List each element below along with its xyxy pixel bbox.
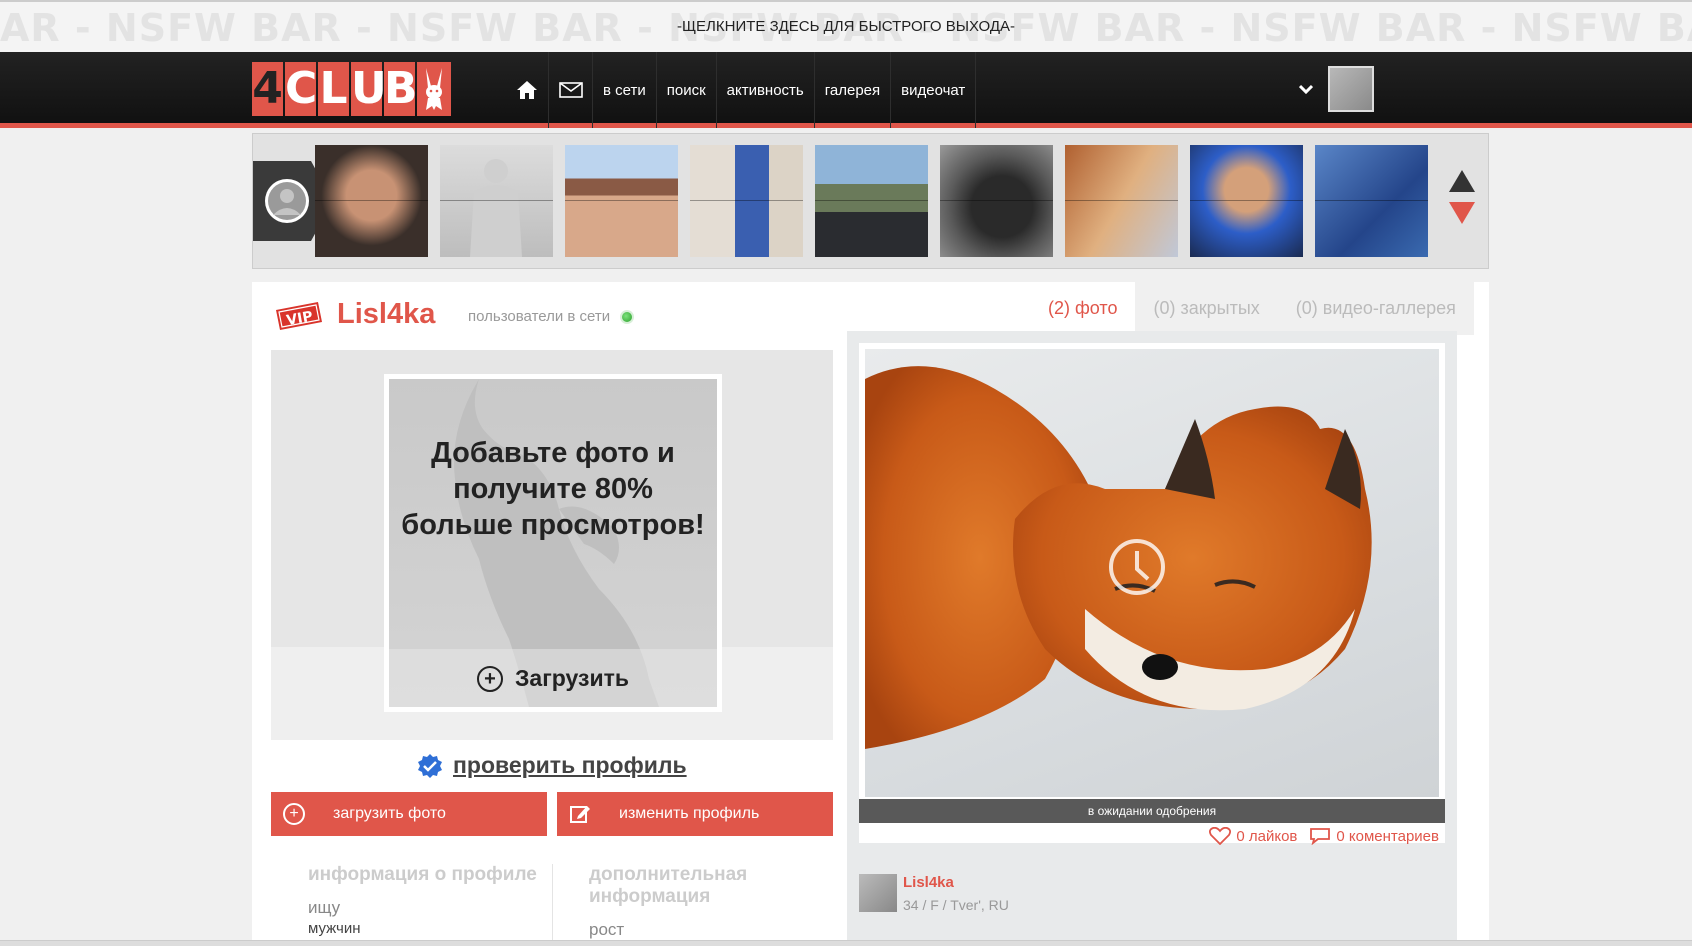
member-thumb[interactable]: [315, 145, 428, 257]
approval-status: в ожидании одобрения: [859, 799, 1445, 823]
quick-exit-text[interactable]: -ЩЕЛКНИТЕ ЗДЕСЬ ДЛЯ БЫСТРОГО ВЫХОДА-: [0, 18, 1692, 35]
members-carousel: [252, 133, 1489, 269]
upload-placeholder: Добавьте фото и получите 80% больше прос…: [389, 379, 717, 707]
avatar[interactable]: [859, 874, 897, 912]
profile-photo[interactable]: [865, 349, 1439, 797]
upload-prompt: Добавьте фото и получите 80% больше прос…: [401, 437, 705, 541]
bunny-logo-icon: [417, 62, 451, 116]
member-thumb[interactable]: [815, 145, 928, 257]
profile-panel: VIP Lisl4ka пользователи в сети (2) фото…: [252, 282, 1489, 946]
member-thumb[interactable]: [440, 145, 553, 257]
gallery-tabs: (2) фото (0) закрытых (0) видео-галлерея: [1030, 282, 1474, 335]
upload-photo-label: загрузить фото: [333, 805, 446, 822]
photo-card: в ожидании одобрения 0 лайков 0 коментар…: [859, 343, 1445, 845]
envelope-icon[interactable]: [549, 52, 593, 128]
member-thumb[interactable]: [1190, 145, 1303, 257]
logo-letter: B: [384, 62, 418, 116]
arrow-up-icon[interactable]: [1449, 170, 1475, 192]
member-thumb[interactable]: [690, 145, 803, 257]
main-nav: в сети поиск активность галерея видеочат: [505, 52, 977, 128]
verify-profile-link[interactable]: проверить профиль: [417, 752, 687, 779]
info-divider: [552, 864, 553, 946]
height-label: рост: [589, 920, 625, 939]
member-thumb[interactable]: [940, 145, 1053, 257]
home-icon[interactable]: [505, 52, 549, 128]
plus-circle-icon: +: [477, 665, 503, 692]
avatar[interactable]: [1328, 66, 1374, 112]
online-dot-icon: [620, 309, 635, 324]
upload-button[interactable]: + Загрузить: [389, 665, 717, 692]
profile-info-heading: информация о профиле: [308, 864, 537, 885]
tab-video-gallery[interactable]: (0) видео-галлерея: [1277, 282, 1474, 335]
thumb-list: [315, 145, 1440, 257]
logo-letter: U: [351, 62, 387, 116]
upload-area: Добавьте фото и получите 80% больше прос…: [271, 350, 833, 740]
arrow-down-icon[interactable]: [1449, 202, 1475, 224]
seeking-label: ищу: [308, 898, 341, 917]
upload-card[interactable]: Добавьте фото и получите 80% больше прос…: [384, 374, 722, 712]
tab-photos[interactable]: (2) фото: [1030, 282, 1136, 335]
nav-videochat[interactable]: видеочат: [891, 52, 977, 128]
photo-uploader: Lisl4ka 34 / F / Tver', RU: [859, 874, 1009, 913]
vip-badge-icon: VIP: [272, 298, 324, 334]
comment-icon[interactable]: [1309, 827, 1331, 845]
nav-online[interactable]: в сети: [593, 52, 657, 128]
extra-info-heading: дополнительная информация: [589, 864, 748, 907]
uploader-info: Lisl4ka 34 / F / Tver', RU: [903, 874, 1009, 913]
comments-count[interactable]: 0 коментариев: [1336, 828, 1439, 845]
edit-icon: [570, 806, 590, 823]
profile-username: Lisl4ka: [337, 298, 436, 330]
upload-photo-button[interactable]: + загрузить фото: [271, 792, 547, 836]
site-header: 4 C L U B в сети поиск активность галере…: [0, 52, 1692, 128]
nav-activity[interactable]: активность: [717, 52, 815, 128]
nav-gallery[interactable]: галерея: [815, 52, 892, 128]
horizontal-scrollbar[interactable]: [0, 940, 1692, 946]
heart-icon[interactable]: [1209, 827, 1232, 845]
photo-stats: 0 лайков 0 коментариев: [1209, 827, 1439, 845]
logo-letter: L: [318, 62, 349, 116]
member-thumb[interactable]: [565, 145, 678, 257]
likes-count[interactable]: 0 лайков: [1236, 828, 1297, 845]
seeking-value: мужчин: [308, 920, 361, 937]
profile-info: информация о профиле ищу мужчин: [308, 864, 548, 937]
member-thumb[interactable]: [1065, 145, 1178, 257]
verified-badge-icon: [418, 753, 442, 778]
uploader-name[interactable]: Lisl4ka: [903, 874, 1009, 891]
vip-label: VIP: [285, 309, 314, 329]
tab-private[interactable]: (0) закрытых: [1135, 282, 1278, 335]
online-status-text: пользователи в сети: [468, 308, 611, 325]
fox-photo: [865, 366, 1372, 749]
extra-info: дополнительная информация рост: [589, 864, 809, 940]
logo-letter: C: [285, 62, 318, 116]
photo-panel: в ожидании одобрения 0 лайков 0 коментар…: [847, 331, 1457, 946]
chevron-down-icon[interactable]: [1294, 77, 1318, 101]
nsfw-quick-exit-bar[interactable]: AR - NSFW BAR - NSFW BAR - NSFW BAR - NS…: [0, 0, 1692, 52]
user-menu: [1294, 66, 1374, 112]
upload-button-label: Загрузить: [515, 665, 629, 691]
plus-circle-icon: +: [283, 803, 305, 825]
nav-search[interactable]: поиск: [657, 52, 717, 128]
edit-profile-button[interactable]: изменить профиль: [557, 792, 833, 836]
site-logo[interactable]: 4 C L U B: [252, 62, 451, 116]
carousel-arrows: [1449, 170, 1479, 224]
verify-profile-text[interactable]: проверить профиль: [453, 752, 687, 779]
member-thumb[interactable]: [1315, 145, 1428, 257]
logo-letter: 4: [252, 62, 283, 116]
edit-profile-label: изменить профиль: [619, 805, 760, 822]
online-status: пользователи в сети: [468, 308, 635, 325]
uploader-meta: 34 / F / Tver', RU: [903, 897, 1009, 913]
